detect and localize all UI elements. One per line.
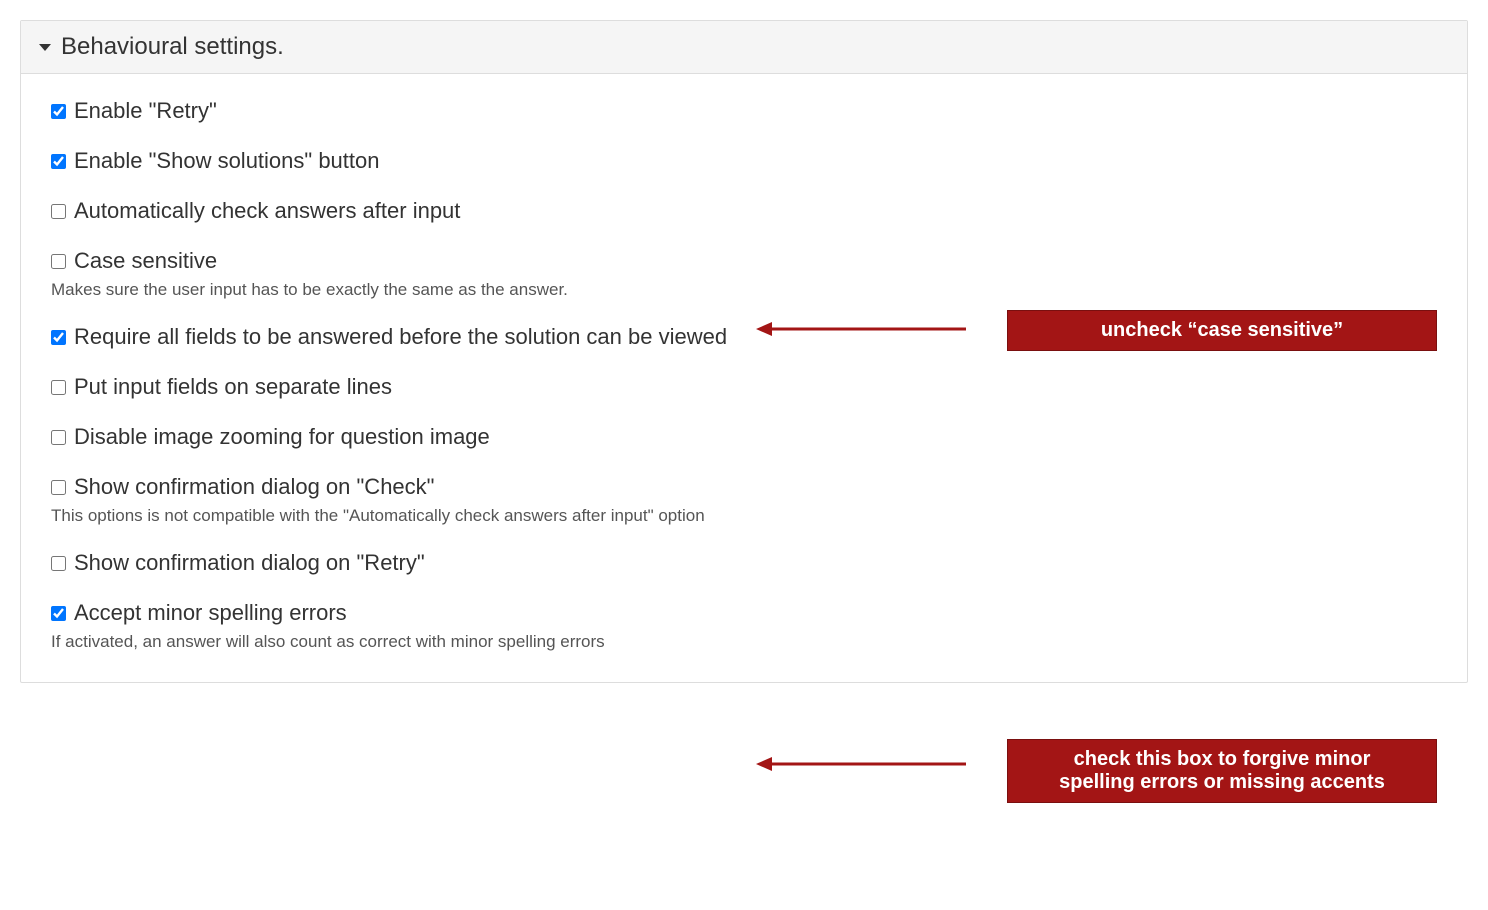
checkbox-enable-retry[interactable] xyxy=(51,104,66,119)
field-confirm-retry: Show confirmation dialog on "Retry" xyxy=(51,550,1437,576)
checkbox-confirm-check[interactable] xyxy=(51,480,66,495)
callout-spelling: check this box to forgive minor spelling… xyxy=(1007,739,1437,803)
label-disable-zoom: Disable image zooming for question image xyxy=(74,424,490,450)
field-enable-retry: Enable "Retry" xyxy=(51,98,1437,124)
field-separate-lines: Put input fields on separate lines xyxy=(51,374,1437,400)
label-auto-check: Automatically check answers after input xyxy=(74,198,460,224)
label-case-sensitive: Case sensitive xyxy=(74,248,217,274)
panel-header[interactable]: Behavioural settings. xyxy=(21,21,1467,74)
callout-spelling-line1: check this box to forgive minor xyxy=(1022,748,1422,771)
checkbox-disable-zoom[interactable] xyxy=(51,430,66,445)
label-enable-retry: Enable "Retry" xyxy=(74,98,217,124)
panel-title: Behavioural settings. xyxy=(61,33,284,61)
callout-case-sensitive-text: uncheck “case sensitive” xyxy=(1101,319,1343,341)
field-auto-check: Automatically check answers after input xyxy=(51,198,1437,224)
checkbox-separate-lines[interactable] xyxy=(51,380,66,395)
field-case-sensitive: Case sensitive Makes sure the user input… xyxy=(51,248,1437,300)
checkbox-require-all[interactable] xyxy=(51,330,66,345)
field-show-solutions: Enable "Show solutions" button xyxy=(51,148,1437,174)
label-confirm-retry: Show confirmation dialog on "Retry" xyxy=(74,550,425,576)
callout-spelling-line2: spelling errors or missing accents xyxy=(1022,771,1422,794)
desc-confirm-check: This options is not compatible with the … xyxy=(51,506,1437,526)
label-show-solutions: Enable "Show solutions" button xyxy=(74,148,380,174)
checkbox-auto-check[interactable] xyxy=(51,204,66,219)
panel-body: Enable "Retry" Enable "Show solutions" b… xyxy=(21,74,1467,682)
label-accept-spelling: Accept minor spelling errors xyxy=(74,600,347,626)
caret-down-icon xyxy=(39,44,51,51)
field-accept-spelling: Accept minor spelling errors If activate… xyxy=(51,600,1437,652)
checkbox-case-sensitive[interactable] xyxy=(51,254,66,269)
desc-accept-spelling: If activated, an answer will also count … xyxy=(51,632,1437,652)
checkbox-show-solutions[interactable] xyxy=(51,154,66,169)
callout-case-sensitive: uncheck “case sensitive” xyxy=(1007,310,1437,351)
label-require-all: Require all fields to be answered before… xyxy=(74,324,727,350)
label-separate-lines: Put input fields on separate lines xyxy=(74,374,392,400)
desc-case-sensitive: Makes sure the user input has to be exac… xyxy=(51,280,1437,300)
checkbox-confirm-retry[interactable] xyxy=(51,556,66,571)
arrow-icon xyxy=(756,754,966,774)
behavioural-settings-panel: Behavioural settings. Enable "Retry" Ena… xyxy=(20,20,1468,683)
field-disable-zoom: Disable image zooming for question image xyxy=(51,424,1437,450)
field-confirm-check: Show confirmation dialog on "Check" This… xyxy=(51,474,1437,526)
label-confirm-check: Show confirmation dialog on "Check" xyxy=(74,474,434,500)
checkbox-accept-spelling[interactable] xyxy=(51,606,66,621)
